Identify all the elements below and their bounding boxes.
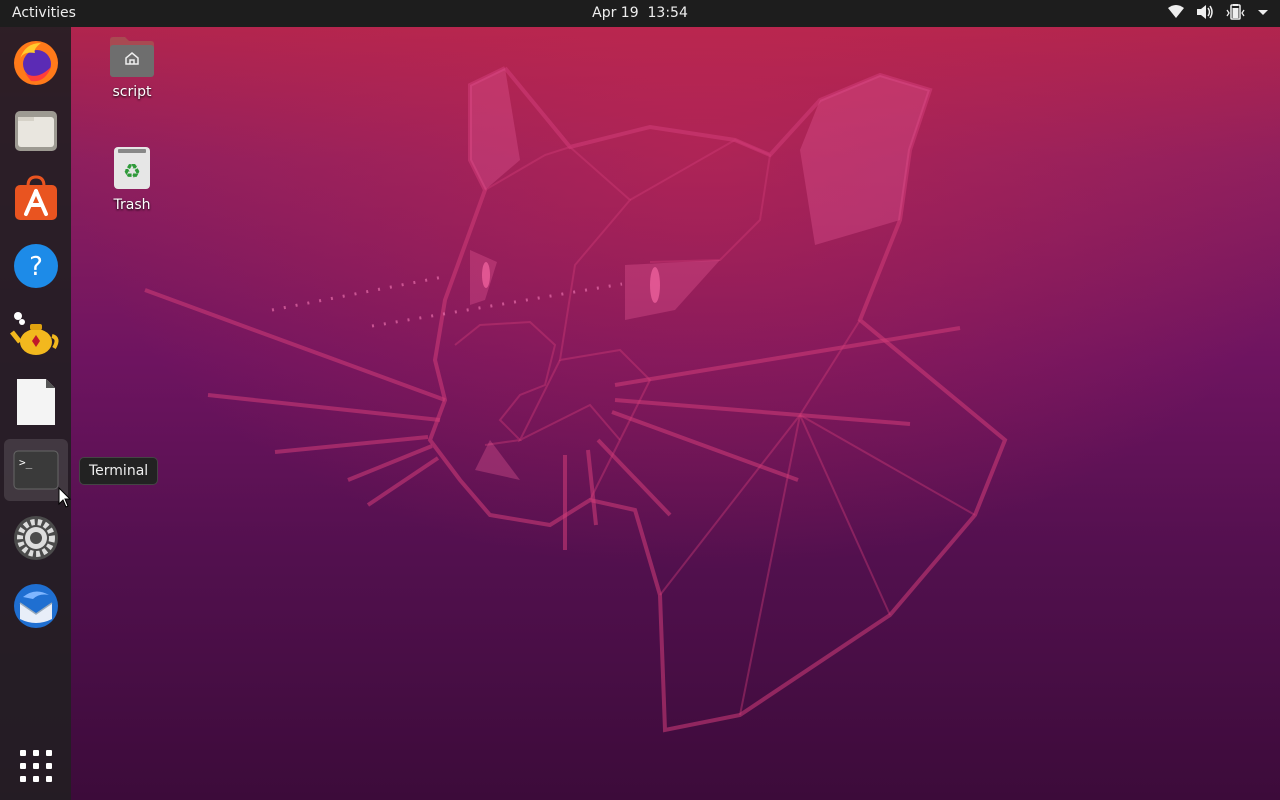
volume-icon[interactable]: [1196, 4, 1214, 20]
desktop-icon-label: script: [112, 84, 152, 100]
app-grid-icon: [20, 750, 52, 782]
dock-tooltip: Terminal: [79, 457, 159, 485]
wifi-icon[interactable]: [1168, 4, 1184, 20]
dock: ? >_: [0, 27, 71, 800]
home-folder-icon: [110, 37, 154, 77]
battery-icon[interactable]: [1226, 4, 1246, 20]
dock-item-libreoffice[interactable]: [4, 371, 68, 433]
software-icon: [15, 175, 57, 220]
clock: Apr 19 13:54: [0, 5, 1280, 21]
dock-item-firefox[interactable]: [4, 31, 68, 93]
svg-text:?: ?: [29, 252, 43, 282]
terminal-icon: >_: [13, 450, 59, 490]
settings-icon: [14, 516, 58, 560]
show-applications-button[interactable]: [4, 735, 68, 797]
svg-text:♻: ♻: [123, 159, 141, 183]
teapot-icon: [10, 312, 59, 355]
firefox-icon: [14, 41, 58, 85]
system-menu-chevron-icon[interactable]: [1258, 4, 1268, 20]
activities-button[interactable]: Activities: [12, 5, 76, 21]
dock-item-help[interactable]: ?: [4, 235, 68, 297]
svg-text:>_: >_: [19, 456, 33, 469]
desktop-icon-script[interactable]: script: [82, 36, 182, 100]
files-icon: [15, 111, 57, 151]
clock-date[interactable]: Apr 19: [592, 5, 638, 21]
dock-item-thunderbird[interactable]: [4, 575, 68, 637]
help-icon: ?: [14, 244, 58, 288]
dock-item-settings[interactable]: [4, 507, 68, 569]
trash-icon: ♻: [114, 147, 150, 189]
desktop-icon-trash[interactable]: ♻ Trash: [82, 145, 182, 213]
clock-time[interactable]: 13:54: [648, 5, 688, 21]
dock-item-teapot[interactable]: [4, 303, 68, 365]
mouse-cursor-icon: [58, 487, 72, 508]
top-bar: Activities Apr 19 13:54: [0, 0, 1280, 27]
document-icon: [17, 379, 55, 425]
desktop-icon-label: Trash: [113, 197, 151, 213]
thunderbird-icon: [14, 584, 58, 628]
system-tray[interactable]: [1168, 4, 1268, 20]
wallpaper-cat-artwork: [144, 66, 1008, 733]
dock-item-ubuntu-software[interactable]: [4, 167, 68, 229]
dock-item-files[interactable]: [4, 99, 68, 161]
